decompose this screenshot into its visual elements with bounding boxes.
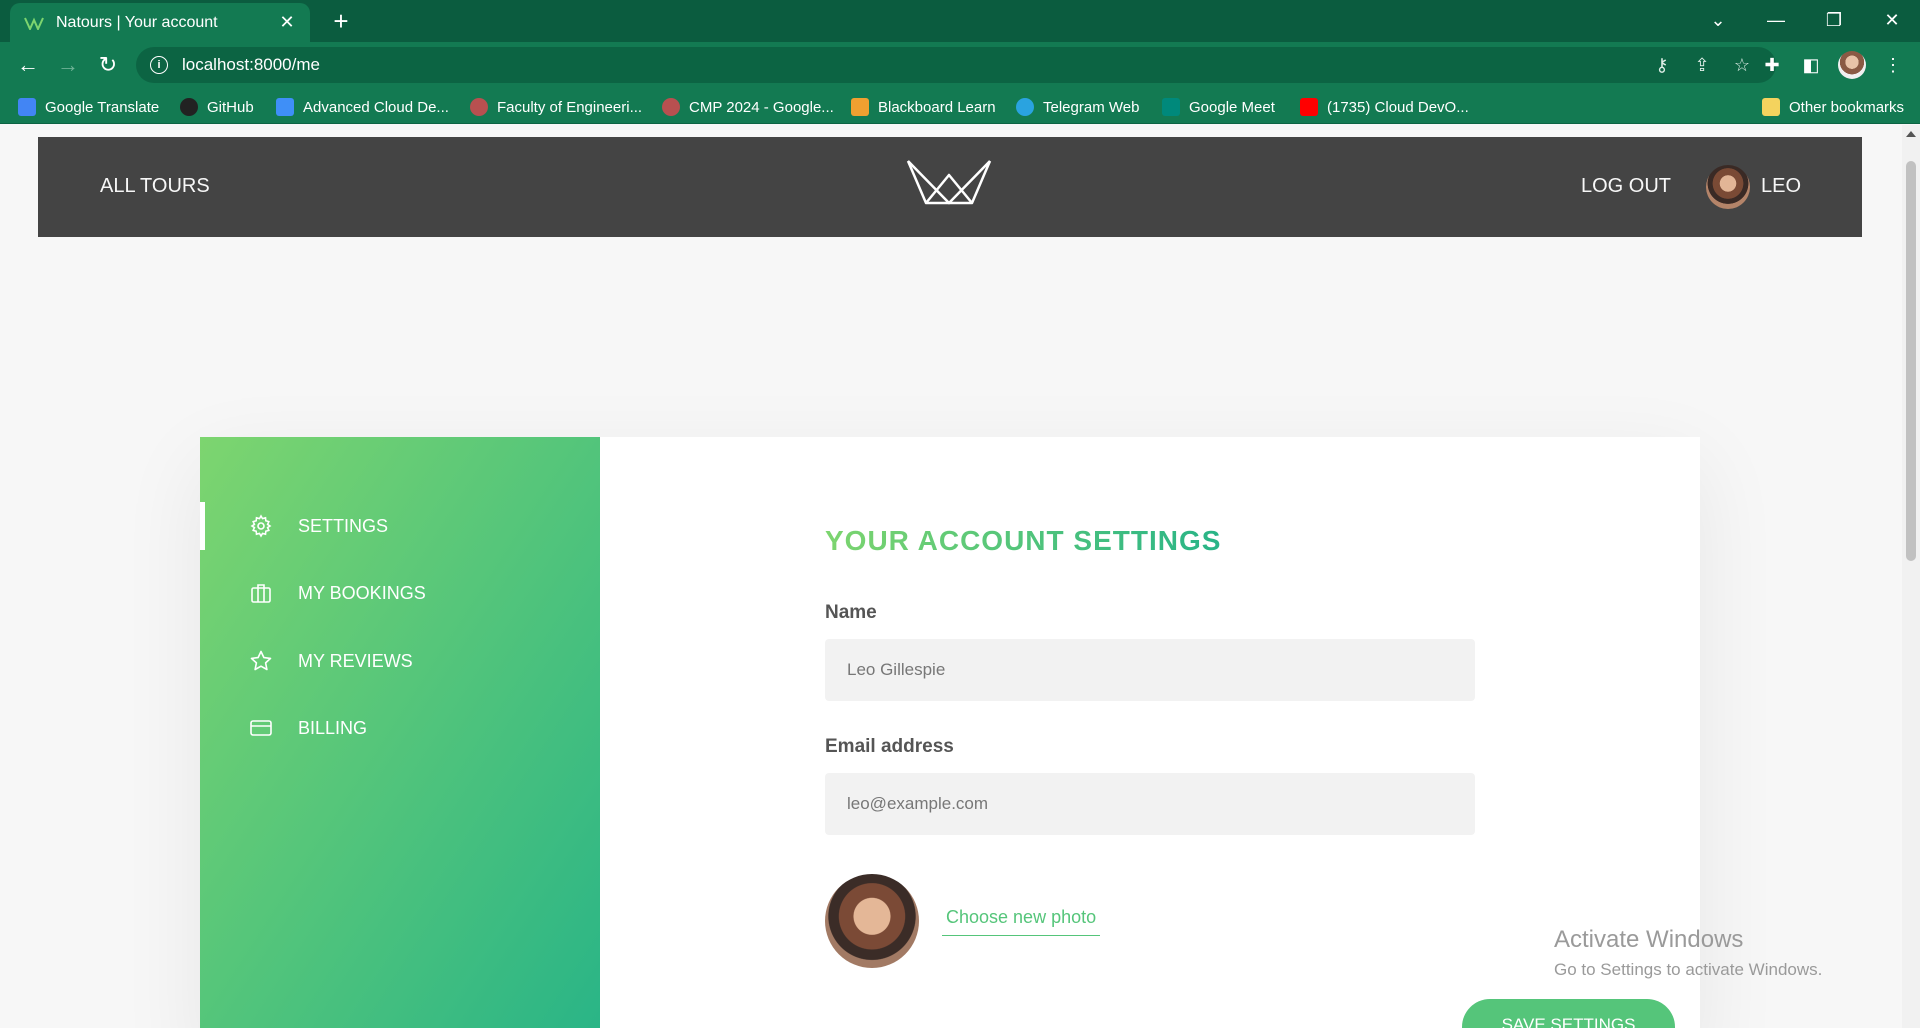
settings-content: Your account settings Name Email address… [600, 437, 1700, 1028]
bookmark-item[interactable]: CMP 2024 - Google... [662, 96, 834, 118]
bookmark-label: Telegram Web [1043, 98, 1140, 116]
page-viewport: ALL TOURS LOG OUT LEO Settings [0, 125, 1920, 1028]
extensions-icon[interactable]: ✚ [1757, 50, 1787, 80]
bookmark-item[interactable]: Google Translate [18, 96, 159, 118]
watermark-subtitle: Go to Settings to activate Windows. [1554, 960, 1823, 979]
share-icon[interactable]: ⇪ [1682, 55, 1722, 76]
credit-card-icon [248, 715, 274, 741]
restore-icon[interactable]: ❐ [1806, 0, 1862, 40]
bookmark-label: Advanced Cloud De... [303, 98, 449, 116]
site-header: ALL TOURS LOG OUT LEO [38, 137, 1862, 237]
watermark-title: Activate Windows [1554, 926, 1744, 953]
email-input[interactable] [825, 773, 1475, 835]
save-settings-button[interactable]: Save settings [1462, 999, 1675, 1028]
save-settings-label: Save settings [1501, 1015, 1636, 1028]
sidebar-item-reviews[interactable]: My reviews [200, 637, 600, 685]
page-title: Your account settings [825, 525, 1222, 556]
user-photo [825, 874, 919, 968]
windows-activation-watermark: Activate Windows Go to Settings to activ… [1554, 926, 1822, 980]
bookmark-label: GitHub [207, 98, 254, 116]
bookmark-label: CMP 2024 - Google... [689, 98, 834, 116]
sidebar-item-label: My reviews [298, 650, 413, 671]
side-panel-icon[interactable]: ◧ [1796, 50, 1826, 80]
email-label: Email address [825, 736, 954, 757]
other-bookmarks-label: Other bookmarks [1789, 98, 1905, 116]
user-avatar[interactable] [1706, 165, 1750, 209]
other-bookmarks[interactable]: Other bookmarks [1762, 96, 1904, 118]
bookmark-item[interactable]: Telegram Web [1016, 96, 1139, 118]
sidebar-item-billing[interactable]: Billing [200, 704, 600, 752]
youtube-icon [1300, 98, 1318, 116]
sidebar-item-settings[interactable]: Settings [200, 502, 600, 550]
back-icon[interactable]: ← [12, 49, 44, 81]
account-sidebar: Settings My bookings My [200, 437, 600, 1028]
address-bar[interactable]: i localhost:8000/me ⚷ ⇪ ☆ [136, 47, 1776, 83]
browser-tab[interactable]: Natours | Your account ✕ [10, 3, 310, 42]
site-info-icon[interactable]: i [150, 56, 168, 74]
bookmark-label: Blackboard Learn [878, 98, 996, 116]
blackboard-icon [851, 98, 869, 116]
bookmark-label: (1735) Cloud DevO... [1327, 98, 1469, 116]
bookmark-item[interactable]: Advanced Cloud De... [276, 96, 449, 118]
tab-close-icon[interactable]: ✕ [278, 12, 296, 33]
bookmark-item[interactable]: (1735) Cloud DevO... [1300, 96, 1469, 118]
bookmark-label: Google Meet [1189, 98, 1275, 116]
github-icon [180, 98, 198, 116]
globe-icon [470, 98, 488, 116]
choose-photo-link[interactable]: Choose new photo [942, 907, 1101, 936]
star-icon [248, 648, 274, 674]
sidebar-item-label: Billing [298, 717, 368, 738]
folder-icon [1762, 98, 1780, 116]
page-scrollbar[interactable] [1902, 125, 1920, 1028]
sidebar-item-label: Settings [298, 515, 389, 536]
tab-search-icon[interactable]: ⌄ [1690, 0, 1746, 40]
scrollbar-thumb[interactable] [1906, 161, 1916, 561]
menu-dots-icon[interactable]: ⋮ [1878, 50, 1908, 80]
name-label: Name [825, 602, 877, 623]
google-translate-icon [18, 98, 36, 116]
tab-title: Natours | Your account [56, 13, 218, 31]
window-close-icon[interactable]: ✕ [1864, 0, 1920, 40]
udacity-icon [276, 98, 294, 116]
sidebar-item-label: My bookings [298, 582, 426, 603]
settings-icon [248, 513, 274, 539]
account-card: Settings My bookings My [200, 437, 1700, 1028]
google-meet-icon [1162, 98, 1180, 116]
log-out-link[interactable]: LOG OUT [1581, 175, 1671, 198]
browser-toolbar: ← → ↻ i localhost:8000/me ⚷ ⇪ ☆ ✚ ◧ ⋮ [0, 42, 1920, 88]
reload-icon[interactable]: ↻ [92, 49, 124, 81]
browser-tab-strip: Natours | Your account ✕ + ⌄ — ❐ ✕ [0, 0, 1920, 42]
natours-logo-icon[interactable] [906, 159, 992, 207]
bookmark-item[interactable]: Google Meet [1162, 96, 1275, 118]
bookmark-item[interactable]: Faculty of Engineeri... [470, 96, 642, 118]
natours-favicon-icon [24, 17, 44, 30]
new-tab-icon[interactable]: + [326, 6, 356, 37]
bookmark-star-icon[interactable]: ☆ [1722, 55, 1762, 76]
name-input[interactable] [825, 639, 1475, 701]
bookmark-item[interactable]: GitHub [180, 96, 254, 118]
forward-icon[interactable]: → [52, 49, 84, 81]
bookmark-item[interactable]: Blackboard Learn [851, 96, 996, 118]
bookmark-label: Google Translate [45, 98, 160, 116]
profile-avatar-icon[interactable] [1838, 51, 1866, 79]
user-name-link[interactable]: LEO [1761, 175, 1801, 198]
scroll-up-icon[interactable] [1906, 131, 1916, 137]
telegram-icon [1016, 98, 1034, 116]
bookmark-label: Faculty of Engineeri... [497, 98, 643, 116]
globe-icon [662, 98, 680, 116]
bookmarks-bar: Google Translate GitHub Advanced Cloud D… [0, 88, 1920, 124]
key-icon[interactable]: ⚷ [1642, 55, 1682, 76]
briefcase-icon [248, 580, 274, 606]
sidebar-item-bookings[interactable]: My bookings [200, 569, 600, 617]
url-text: localhost:8000/me [182, 55, 320, 74]
all-tours-link[interactable]: ALL TOURS [100, 175, 210, 198]
minimize-icon[interactable]: — [1748, 0, 1804, 40]
